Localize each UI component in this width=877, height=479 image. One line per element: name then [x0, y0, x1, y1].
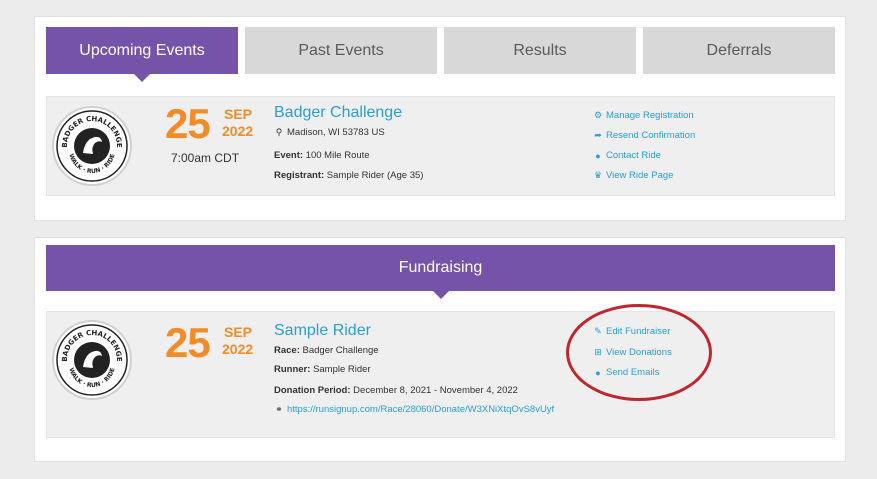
badger-logo-icon: BADGER CHALLENGE WALK · RUN · RIDE	[56, 110, 128, 182]
share-icon: ➦	[594, 130, 602, 140]
gear-icon: ⚙	[593, 110, 603, 120]
link-icon: ⚭	[275, 404, 283, 414]
fundraising-banner: Fundraising	[46, 245, 835, 299]
event-day: 25	[165, 100, 211, 147]
fundraiser-year: 2022	[222, 341, 254, 357]
donation-url-link[interactable]: ⚭ https://runsignup.com/Race/28060/Donate…	[274, 404, 554, 415]
edit-icon: ✎	[594, 326, 602, 336]
view-ride-page-link[interactable]: ♛ View Ride Page	[593, 170, 673, 181]
event-location: ⚲ Madison, WI 53783 US	[275, 127, 385, 138]
view-donations-link[interactable]: ⊞ View Donations	[593, 347, 672, 358]
contact-ride-link[interactable]: ● Contact Ride	[593, 150, 661, 161]
tab-past-events[interactable]: Past Events	[245, 27, 437, 74]
tab-results[interactable]: Results	[444, 27, 636, 74]
badger-challenge-logo: BADGER CHALLENGE WALK · RUN · RIDE	[52, 106, 132, 186]
fundraiser-donation-period: Donation Period: December 8, 2021 - Nove…	[274, 385, 518, 396]
location-pin-icon: ⚲	[275, 127, 283, 137]
send-emails-link[interactable]: ● Send Emails	[593, 367, 659, 378]
edit-fundraiser-link[interactable]: ✎ Edit Fundraiser	[593, 326, 670, 337]
resend-confirmation-link[interactable]: ➦ Resend Confirmation	[593, 130, 695, 141]
event-title-link[interactable]: Badger Challenge	[274, 104, 402, 122]
gift-icon: ⊞	[594, 347, 602, 357]
event-time: 7:00am CDT	[171, 151, 240, 165]
fundraiser-runner: Runner: Sample Rider	[274, 364, 371, 375]
event-year: 2022	[222, 123, 254, 139]
fundraiser-day: 25	[165, 319, 211, 366]
mail-icon: ●	[595, 367, 601, 378]
fundraiser-race: Race: Badger Challenge	[274, 345, 379, 356]
event-registrant: Registrant: Sample Rider (Age 35)	[274, 170, 424, 181]
tab-deferrals[interactable]: Deferrals	[643, 27, 835, 74]
event-month: SEP	[224, 106, 253, 122]
event-route: Event: 100 Mile Route	[274, 150, 370, 161]
message-icon: ●	[595, 150, 601, 161]
fundraiser-month: SEP	[224, 324, 253, 340]
badger-logo-icon: BADGER CHALLENGE WALK · RUN · RIDE	[56, 324, 128, 396]
manage-registration-link[interactable]: ⚙ Manage Registration	[593, 110, 694, 121]
fundraiser-title-link[interactable]: Sample Rider	[274, 322, 371, 340]
trophy-icon: ♛	[593, 170, 603, 180]
tab-upcoming-events[interactable]: Upcoming Events	[46, 27, 238, 82]
badger-challenge-logo-2: BADGER CHALLENGE WALK · RUN · RIDE	[52, 320, 132, 400]
